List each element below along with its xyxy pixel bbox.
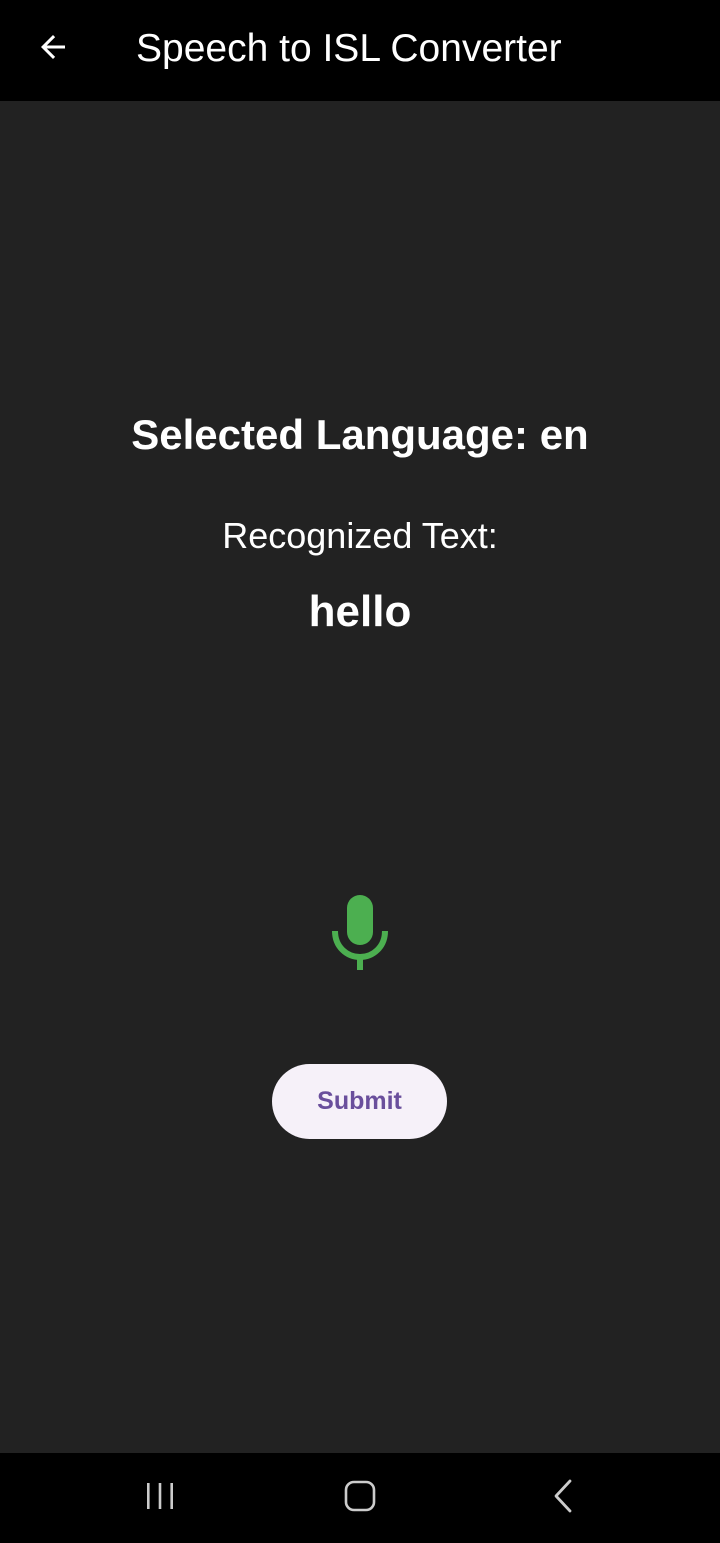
recognized-text-value: hello (308, 587, 412, 636)
system-back-icon (551, 1479, 575, 1518)
selected-language-label: Selected Language: en (131, 411, 589, 458)
app-title: Speech to ISL Converter (136, 27, 562, 70)
home-button[interactable] (330, 1475, 390, 1521)
app-screen: Speech to ISL Converter Selected Languag… (0, 0, 720, 1543)
recognized-text-label: Recognized Text: (222, 515, 498, 556)
system-nav-bar (0, 1453, 720, 1543)
microphone-icon (331, 894, 389, 978)
recents-icon (144, 1481, 176, 1516)
system-back-button[interactable] (533, 1475, 593, 1521)
recents-button[interactable] (130, 1475, 190, 1521)
home-icon (344, 1480, 376, 1517)
back-button[interactable] (28, 24, 78, 74)
main-content: Selected Language: en Recognized Text: h… (0, 101, 720, 1453)
submit-button[interactable]: Submit (272, 1064, 447, 1139)
arrow-back-icon (35, 29, 71, 70)
app-bar: Speech to ISL Converter (0, 0, 720, 101)
microphone-button[interactable] (320, 891, 400, 981)
